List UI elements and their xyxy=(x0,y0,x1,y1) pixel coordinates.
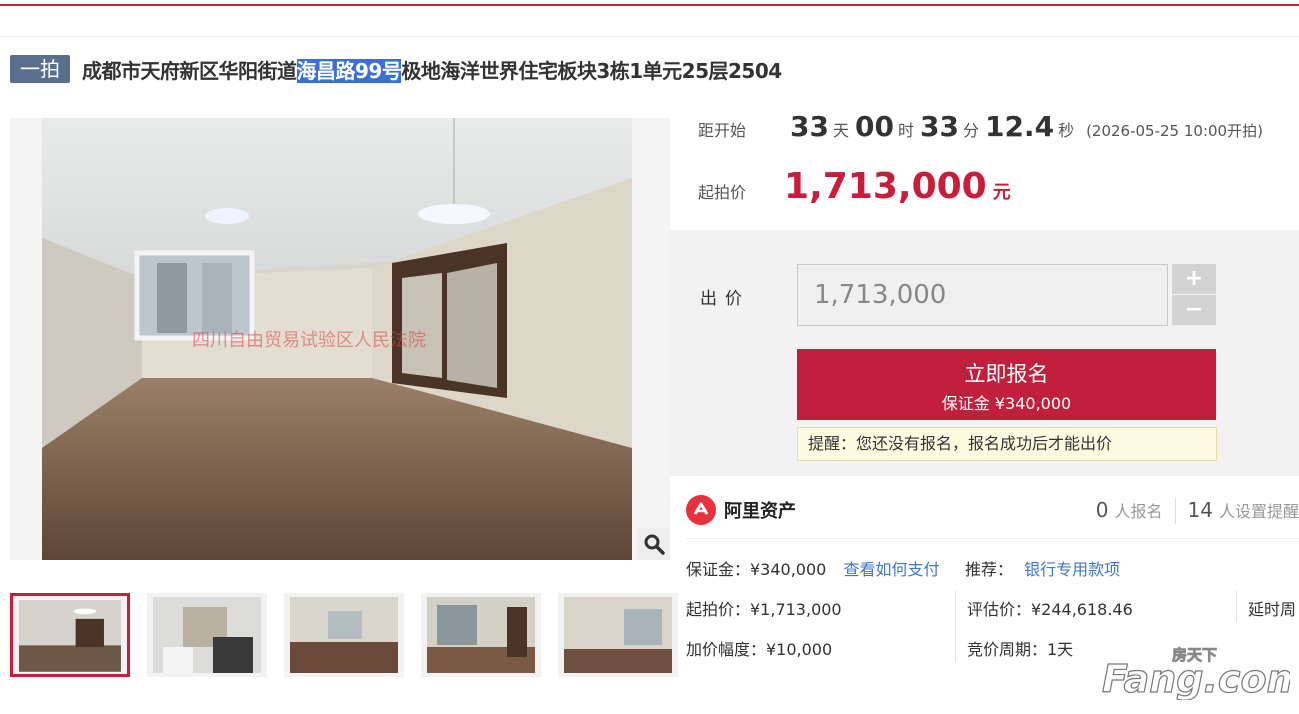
detail-divider xyxy=(955,590,956,662)
remind-count: 14 xyxy=(1187,498,1213,522)
appraisal-price: 评估价：¥244,618.46 xyxy=(967,600,1133,619)
thumbnail-2[interactable] xyxy=(147,593,267,677)
thumbnail-image xyxy=(153,597,261,673)
top-accent-line xyxy=(0,4,1299,6)
auction-counts: 0 人报名 14 人设置提醒 xyxy=(1096,498,1299,524)
ali-assets-logo-icon xyxy=(686,495,716,525)
auction-round-tag: 一拍 xyxy=(10,55,70,83)
remind-count-label: 人设置提醒 xyxy=(1218,502,1299,521)
bid-amount-input[interactable]: 1,713,000 xyxy=(797,264,1168,326)
photo-watermark: 四川自由贸易试验区人民法院 xyxy=(192,330,426,351)
count-divider xyxy=(1174,498,1176,524)
seconds-unit: 秒 xyxy=(1058,121,1075,140)
decrease-bid-button[interactable]: − xyxy=(1172,295,1216,325)
zoom-button[interactable] xyxy=(638,528,670,560)
countdown-seconds: 12.4 xyxy=(984,110,1055,143)
bid-label: 出价 xyxy=(700,289,750,309)
header-divider xyxy=(0,36,1299,37)
bid-increment: 加价幅度：¥10,000 xyxy=(686,640,833,659)
start-price-label: 起拍价 xyxy=(698,183,747,202)
countdown-label: 距开始 xyxy=(698,121,747,140)
start-price: 起拍价 1,713,000 元 xyxy=(698,166,1011,207)
watermark-main-text: Fang.com xyxy=(1102,657,1290,700)
bidding-cycle: 竞价周期：1天 xyxy=(967,640,1074,659)
thumbnail-image xyxy=(564,597,672,673)
deposit-info: 保证金：¥340,000 查看如何支付 xyxy=(686,556,939,580)
auction-start-time: (2026-05-25 10:00开拍) xyxy=(1086,122,1263,140)
main-photo[interactable]: 四川自由贸易试验区人民法院 xyxy=(10,118,670,560)
magnifier-icon xyxy=(644,534,665,555)
minutes-unit: 分 xyxy=(962,121,979,140)
thumbnail-image xyxy=(290,597,398,673)
increase-bid-button[interactable]: + xyxy=(1172,264,1216,294)
address-prefix: 成都市天府新区华阳街道 xyxy=(82,58,297,83)
signup-button[interactable]: 立即报名 保证金 ¥340,000 xyxy=(797,349,1216,420)
thumbnail-5[interactable] xyxy=(558,593,678,677)
thumbnail-1[interactable] xyxy=(10,593,130,677)
start-price-value: 1,713,000 xyxy=(784,166,987,207)
countdown-days: 33 xyxy=(790,110,829,143)
recommend-label: 推荐： xyxy=(965,560,1014,579)
how-to-pay-link[interactable]: 查看如何支付 xyxy=(843,560,939,579)
hours-unit: 时 xyxy=(897,121,914,140)
bank-payment-link[interactable]: 银行专用款项 xyxy=(1024,560,1120,579)
signup-deposit: 保证金 ¥340,000 xyxy=(941,394,1072,413)
bid-panel: 出价 1,713,000 + − 立即报名 保证金 ¥340,000 提醒：您还… xyxy=(670,230,1299,476)
property-address: 成都市天府新区华阳街道海昌路99号极地海洋世界住宅板块3栋1单元25层2504 xyxy=(82,55,782,84)
deposit-text: 保证金：¥340,000 xyxy=(686,560,827,579)
start-price-unit: 元 xyxy=(992,182,1011,203)
thumbnail-4[interactable] xyxy=(421,593,541,677)
countdown-minutes: 33 xyxy=(919,110,959,143)
thumbnail-3[interactable] xyxy=(284,593,404,677)
delay-info: 延时周 xyxy=(1248,600,1297,619)
fang-watermark-logo: 房天下 Fang.com xyxy=(1101,646,1290,700)
signup-label: 立即报名 xyxy=(964,362,1049,386)
days-unit: 天 xyxy=(832,121,849,140)
countdown-hours: 00 xyxy=(855,110,894,143)
signup-count: 0 xyxy=(1095,498,1109,522)
detail-divider xyxy=(1236,590,1237,622)
thumbnail-image xyxy=(427,597,535,673)
signup-count-label: 人报名 xyxy=(1114,502,1163,521)
platform-name: 阿里资产 xyxy=(724,501,796,522)
address-highlight: 海昌路99号 xyxy=(296,58,402,83)
room-photo: 四川自由贸易试验区人民法院 xyxy=(42,118,632,560)
detail-start-price: 起拍价：¥1,713,000 xyxy=(686,600,842,619)
signup-reminder: 提醒：您还没有报名，报名成功后才能出价 xyxy=(797,427,1217,461)
platform-divider xyxy=(686,538,1299,539)
platform-row: 阿里资产 0 人报名 14 人设置提醒 xyxy=(686,490,1299,530)
countdown: 距开始 33 天 00 时 33 分 12.4 秒 (2026-05-25 10… xyxy=(698,110,1298,150)
thumbnail-strip xyxy=(10,593,678,679)
listing-title: 一拍 成都市天府新区华阳街道海昌路99号极地海洋世界住宅板块3栋1单元25层25… xyxy=(10,52,782,86)
recommend-info: 推荐： 银行专用款项 xyxy=(965,556,1120,580)
thumbnail-image xyxy=(19,600,121,672)
address-suffix: 极地海洋世界住宅板块3栋1单元25层2504 xyxy=(401,58,782,83)
